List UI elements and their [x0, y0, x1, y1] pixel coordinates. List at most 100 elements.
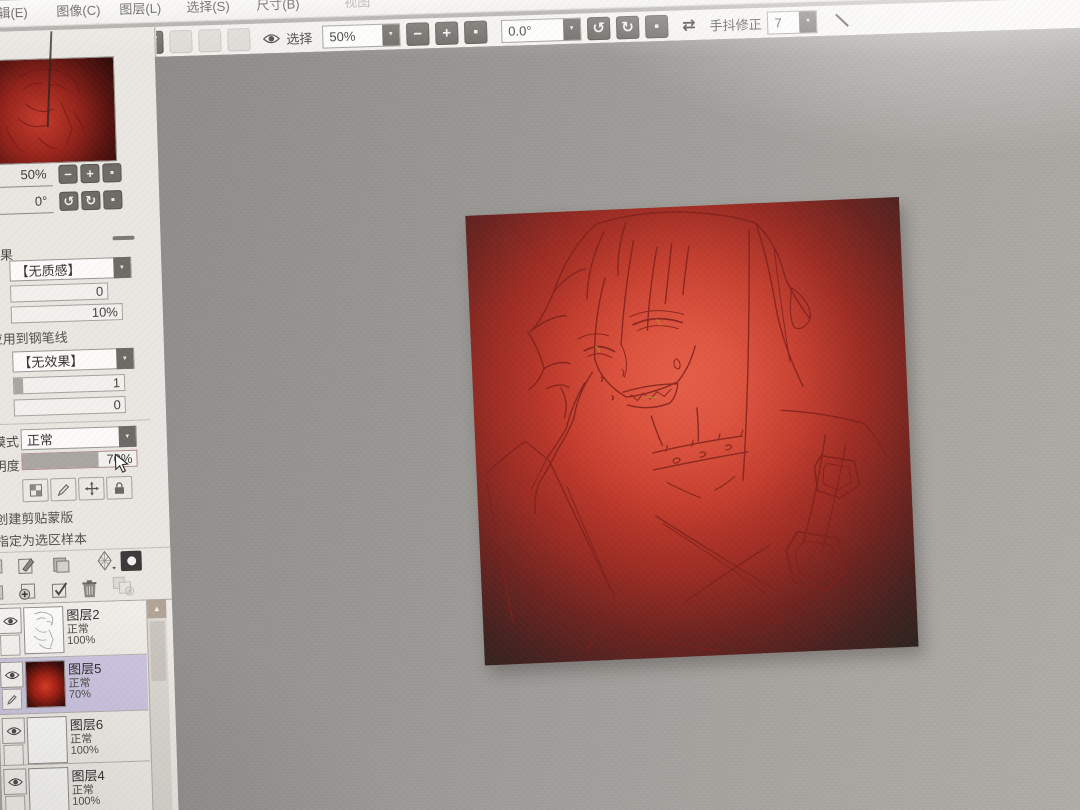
texture-select[interactable]: 【无质感】 ▼	[9, 256, 132, 282]
chevron-down-icon[interactable]: ▼	[381, 23, 400, 46]
layer-row[interactable]: 图层2 正常 100%	[0, 600, 147, 660]
nav-zoom-reset-button[interactable]: ■	[102, 163, 122, 183]
drawing-canvas[interactable]	[465, 196, 919, 666]
zoom-value: 50%	[329, 28, 356, 44]
layer-flag-box[interactable]	[3, 744, 25, 767]
cutoff-icon[interactable]	[0, 581, 8, 604]
selection-source-label[interactable]: 指定为选区样本	[0, 528, 87, 550]
workspace	[154, 25, 1080, 810]
layer-flag-box[interactable]	[5, 795, 26, 810]
rotate-cw-button[interactable]: ↻	[615, 15, 640, 39]
layer-mask-button[interactable]	[120, 550, 143, 572]
line-tool-icon[interactable]	[833, 11, 852, 30]
clipping-mask-label[interactable]: 创建剪贴蒙版	[0, 507, 74, 528]
effect-strength-slider[interactable]: 0	[13, 396, 127, 417]
effect-select[interactable]: 【无效果】 ▼	[12, 347, 135, 373]
layer-opacity: 100%	[66, 634, 96, 647]
stabilizer-value: 7	[774, 14, 783, 30]
navigator-zoom-row: 率 50% ▲ − + ■	[0, 163, 129, 190]
angle-value: 0.0°	[508, 22, 532, 39]
delete-layer-button[interactable]	[77, 578, 102, 601]
history-button-1[interactable]	[169, 29, 193, 53]
pen-paper-icon[interactable]	[14, 554, 39, 577]
visibility-toggle[interactable]	[1, 717, 26, 745]
chevron-down-icon[interactable]: ▼	[116, 347, 134, 370]
layer-thumbnail	[23, 606, 65, 655]
left-panel: 率 50% ▲ − + ■ 度 0° ▲ ↺ ↻ ■	[0, 26, 182, 810]
apply-to-pen-label[interactable]: 应用到钢笔线	[0, 327, 68, 348]
mouse-cursor	[113, 453, 132, 474]
layer-flag-box[interactable]	[0, 634, 21, 657]
rotate-reset-button[interactable]: ■	[644, 14, 669, 39]
nav-zoom-out-button[interactable]: −	[58, 164, 78, 185]
layer-row[interactable]: 图层6 正常 100%	[0, 710, 151, 767]
chevron-down-icon[interactable]: ▼	[113, 256, 131, 279]
selection-eye-icon	[262, 31, 280, 45]
rotate-ccw-button[interactable]: ↺	[586, 16, 611, 40]
zoom-in-button[interactable]: +	[434, 20, 459, 45]
navigator-preview[interactable]	[0, 31, 118, 166]
compass-tool-icon[interactable]	[92, 549, 117, 572]
navigator-angle-value: 0°	[34, 193, 48, 209]
group-layers-icon[interactable]	[111, 575, 136, 598]
photographed-screen: 编辑(E) 图像(C) 图层(L) 选择(S) 尺寸(B) 视图 ↺ 选择 50…	[0, 0, 1080, 810]
menu-edit[interactable]: 编辑(E)	[0, 0, 28, 27]
history-button-2[interactable]	[198, 28, 222, 53]
texture-strength-slider[interactable]: 10%	[10, 303, 124, 324]
stabilizer-combo[interactable]: 7 ▼	[767, 9, 818, 35]
folder-icon[interactable]	[48, 553, 73, 576]
layer-row[interactable]: 图层4 正常 100%	[1, 761, 152, 810]
cutoff-icon[interactable]	[0, 555, 7, 578]
menu-view[interactable]: 视图	[344, 0, 371, 16]
nav-zoom-in-button[interactable]: +	[80, 163, 100, 184]
texture-scale-value: 0	[95, 283, 104, 299]
zoom-combo[interactable]: 50% ▼	[321, 22, 401, 49]
scrollbar-thumb[interactable]	[149, 620, 167, 682]
chevron-down-icon[interactable]: ▼	[118, 425, 137, 448]
effect-width-value: 1	[112, 375, 121, 391]
chevron-down-icon[interactable]: ▼	[562, 18, 581, 40]
texture-scale-slider[interactable]: 0	[9, 282, 109, 303]
character-sketch	[485, 211, 887, 652]
active-paint-indicator[interactable]	[1, 688, 23, 711]
layer-thumbnail	[26, 716, 69, 765]
angle-combo[interactable]: 0.0° ▼	[500, 17, 582, 43]
apply-layer-button[interactable]	[47, 579, 72, 602]
menu-size[interactable]: 尺寸(B)	[256, 0, 300, 19]
layer-opacity: 100%	[70, 744, 99, 757]
visibility-toggle[interactable]	[3, 768, 27, 796]
layer-toolbox	[0, 546, 172, 608]
lock-layer-button[interactable]	[106, 475, 133, 500]
scroll-up-button[interactable]: ▲	[146, 598, 167, 619]
layer-thumbnail	[24, 660, 67, 709]
visibility-toggle[interactable]	[0, 607, 22, 635]
visibility-toggle[interactable]	[0, 661, 24, 689]
zoom-out-button[interactable]: −	[405, 21, 430, 46]
selection-label: 选择	[286, 30, 313, 47]
menu-layer[interactable]: 图层(L)	[119, 0, 162, 23]
stabilizer-label: 手抖修正	[709, 16, 762, 33]
effect-width-slider[interactable]: 1	[12, 374, 126, 395]
dissolve-checker-button[interactable]	[22, 478, 49, 503]
paint-app-window: 编辑(E) 图像(C) 图层(L) 选择(S) 尺寸(B) 视图 ↺ 选择 50…	[0, 0, 1080, 810]
flip-icon[interactable]: ⇄	[682, 15, 696, 35]
menu-select[interactable]: 选择(S)	[186, 0, 230, 21]
navigator-zoom-value: 50%	[20, 166, 47, 183]
navigator-angle-slider[interactable]	[0, 212, 54, 216]
divider	[0, 419, 151, 426]
history-button-3[interactable]	[227, 27, 251, 52]
new-layer-button[interactable]	[15, 580, 40, 603]
zoom-reset-button[interactable]: ■	[463, 19, 488, 44]
move-layer-button[interactable]	[78, 476, 105, 501]
nav-rotate-reset-button[interactable]: ■	[103, 190, 123, 210]
navigator-zoom-slider[interactable]	[0, 185, 53, 189]
menu-image[interactable]: 图像(C)	[56, 0, 101, 25]
pencil-edit-button[interactable]	[50, 477, 77, 502]
chevron-down-icon[interactable]: ▼	[799, 10, 817, 33]
blend-mode-select[interactable]: 正常 ▼	[20, 425, 138, 451]
nav-rotate-ccw-button[interactable]: ↺	[59, 191, 79, 211]
layer-thumbnail	[28, 767, 70, 810]
panel-resize-handle[interactable]	[112, 235, 135, 241]
nav-rotate-cw-button[interactable]: ↻	[81, 190, 101, 211]
layer-row-selected[interactable]: 图层5 正常 70%	[0, 654, 149, 716]
